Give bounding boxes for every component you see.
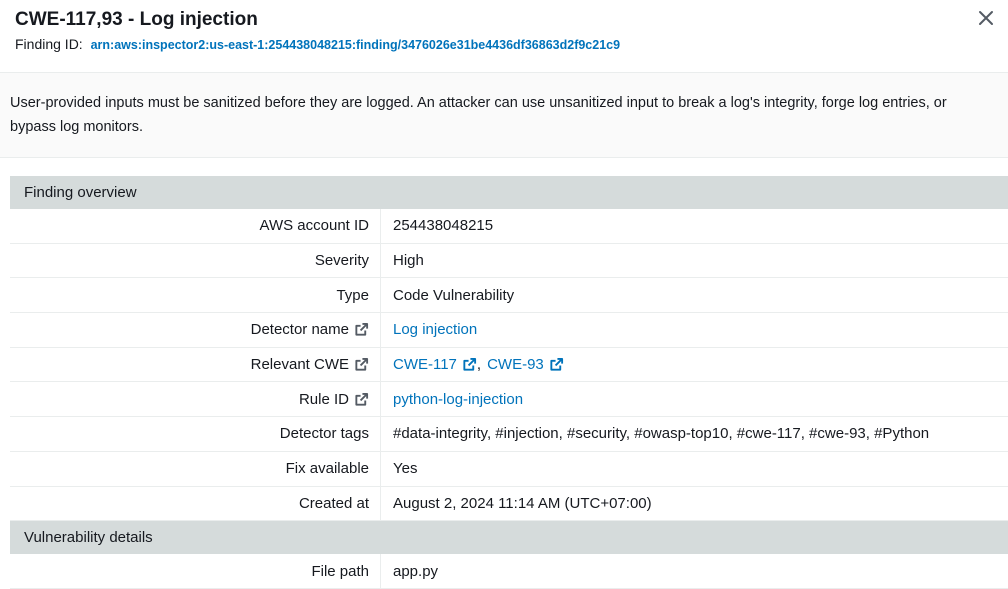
table-row: Rule ID python-log-injection <box>10 382 1008 418</box>
row-value: #data-integrity, #injection, #security, … <box>393 425 930 443</box>
row-value: CWE-117 , CWE-93 <box>381 348 1008 382</box>
row-label: Type <box>10 278 381 313</box>
row-label: Fix available <box>10 451 381 486</box>
table-row: Relevant CWE CWE-117 , CWE-93 <box>10 347 1008 383</box>
row-value: Code Vulnerability <box>393 286 515 304</box>
detector-name-link[interactable]: Log injection <box>393 321 477 338</box>
row-label-text: Relevant CWE <box>250 356 349 374</box>
row-label-text: Rule ID <box>298 390 349 408</box>
row-value: 254438048215 <box>393 217 494 235</box>
table-row: AWS account ID 254438048215 <box>10 209 1008 244</box>
row-value: High <box>393 252 424 270</box>
comma-separator: , <box>476 356 482 374</box>
row-label: AWS account ID <box>10 209 381 243</box>
external-link-icon[interactable] <box>549 357 564 372</box>
row-value: August 2, 2024 11:14 AM (UTC+07:00) <box>393 494 652 512</box>
vulnerability-details-header: Vulnerability details <box>10 521 1008 555</box>
finding-description: User-provided inputs must be sanitized b… <box>10 95 947 135</box>
rule-id-link[interactable]: python-log-injection <box>393 391 523 408</box>
details-table: Finding overview AWS account ID 25443804… <box>10 176 1008 589</box>
table-row: Type Code Vulnerability <box>10 278 1008 314</box>
table-row: Detector name Log injection <box>10 313 1008 348</box>
row-value: Yes <box>393 460 418 478</box>
row-label-detector-name: Detector name <box>10 313 381 347</box>
row-value: python-log-injection <box>381 382 1008 416</box>
external-link-icon[interactable] <box>354 357 369 372</box>
row-label-rule-id: Rule ID <box>10 382 381 417</box>
row-label-text: Detector name <box>250 321 349 339</box>
finding-id-label: Finding ID: <box>15 36 83 52</box>
row-label-relevant-cwe: Relevant CWE <box>10 347 381 382</box>
row-label: Severity <box>10 243 381 278</box>
row-value: Log injection <box>381 313 1008 347</box>
close-icon[interactable] <box>976 8 996 28</box>
finding-id-link[interactable]: arn:aws:inspector2:us-east-1:25443804821… <box>91 38 620 52</box>
cwe-93-link[interactable]: CWE-93 <box>487 356 544 373</box>
external-link-icon[interactable] <box>354 322 369 337</box>
table-row: Fix available Yes <box>10 451 1008 487</box>
description-panel: User-provided inputs must be sanitized b… <box>0 73 1008 158</box>
table-row: Created at August 2, 2024 11:14 AM (UTC+… <box>10 486 1008 522</box>
finding-id-line: Finding ID: arn:aws:inspector2:us-east-1… <box>15 36 620 52</box>
row-label: File path <box>10 554 381 588</box>
cwe-117-link[interactable]: CWE-117 <box>393 356 457 373</box>
external-link-icon[interactable] <box>462 357 477 372</box>
modal-header: CWE-117,93 - Log injection Finding ID: a… <box>0 0 1008 73</box>
row-label: Detector tags <box>10 417 381 451</box>
finding-overview-header: Finding overview <box>10 176 1008 209</box>
table-row: Severity High <box>10 243 1008 279</box>
table-row: File path app.py <box>10 554 1008 589</box>
external-link-icon[interactable] <box>354 392 369 407</box>
row-label: Created at <box>10 486 381 521</box>
row-value: app.py <box>393 562 439 580</box>
modal-title: CWE-117,93 - Log injection <box>15 9 258 30</box>
table-row: Detector tags #data-integrity, #injectio… <box>10 417 1008 452</box>
